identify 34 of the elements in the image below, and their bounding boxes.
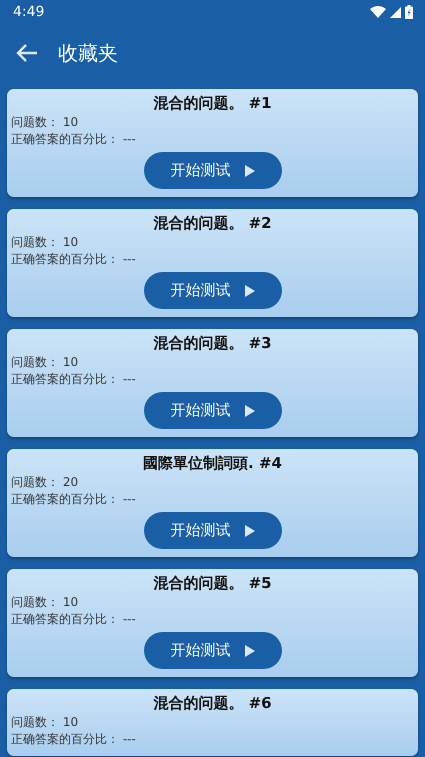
correct-percentage: 正确答案的百分比： --- [11, 251, 136, 268]
quiz-title: 國際單位制詞頭. #4 [143, 453, 282, 474]
battery-icon [405, 5, 413, 19]
signal-icon [390, 6, 401, 18]
play-icon [244, 404, 254, 416]
question-count: 问题数： 10 [11, 594, 78, 611]
wifi-icon [370, 6, 386, 18]
question-count: 问题数： 10 [11, 714, 78, 731]
start-test-button[interactable]: 开始测试 [144, 512, 282, 549]
start-test-button[interactable]: 开始测试 [144, 632, 282, 669]
question-count: 问题数： 10 [11, 114, 78, 131]
start-test-button[interactable]: 开始测试 [144, 152, 282, 189]
correct-percentage: 正确答案的百分比： --- [11, 731, 136, 748]
back-arrow-icon[interactable] [16, 44, 38, 62]
correct-percentage: 正确答案的百分比： --- [11, 371, 136, 388]
screen-title: 收藏夹 [58, 40, 118, 66]
start-test-button[interactable]: 开始测试 [144, 272, 282, 309]
quiz-title: 混合的问题。 #2 [153, 213, 272, 234]
start-test-button[interactable]: 开始测试 [144, 392, 282, 429]
quiz-title: 混合的问题。 #5 [153, 573, 272, 594]
correct-percentage: 正确答案的百分比： --- [11, 131, 136, 148]
question-count: 问题数： 10 [11, 354, 78, 371]
play-icon [244, 524, 254, 536]
quiz-title: 混合的问题。 #6 [153, 693, 272, 714]
quiz-title: 混合的问题。 #3 [153, 333, 272, 354]
question-count: 问题数： 20 [11, 474, 78, 491]
play-icon [244, 284, 254, 296]
question-count: 问题数： 10 [11, 234, 78, 251]
play-icon [244, 644, 254, 656]
correct-percentage: 正确答案的百分比： --- [11, 611, 136, 628]
quiz-title: 混合的问题。 #1 [153, 93, 272, 114]
status-time: 4:49 [13, 4, 44, 20]
play-icon [244, 164, 254, 176]
correct-percentage: 正确答案的百分比： --- [11, 491, 136, 508]
